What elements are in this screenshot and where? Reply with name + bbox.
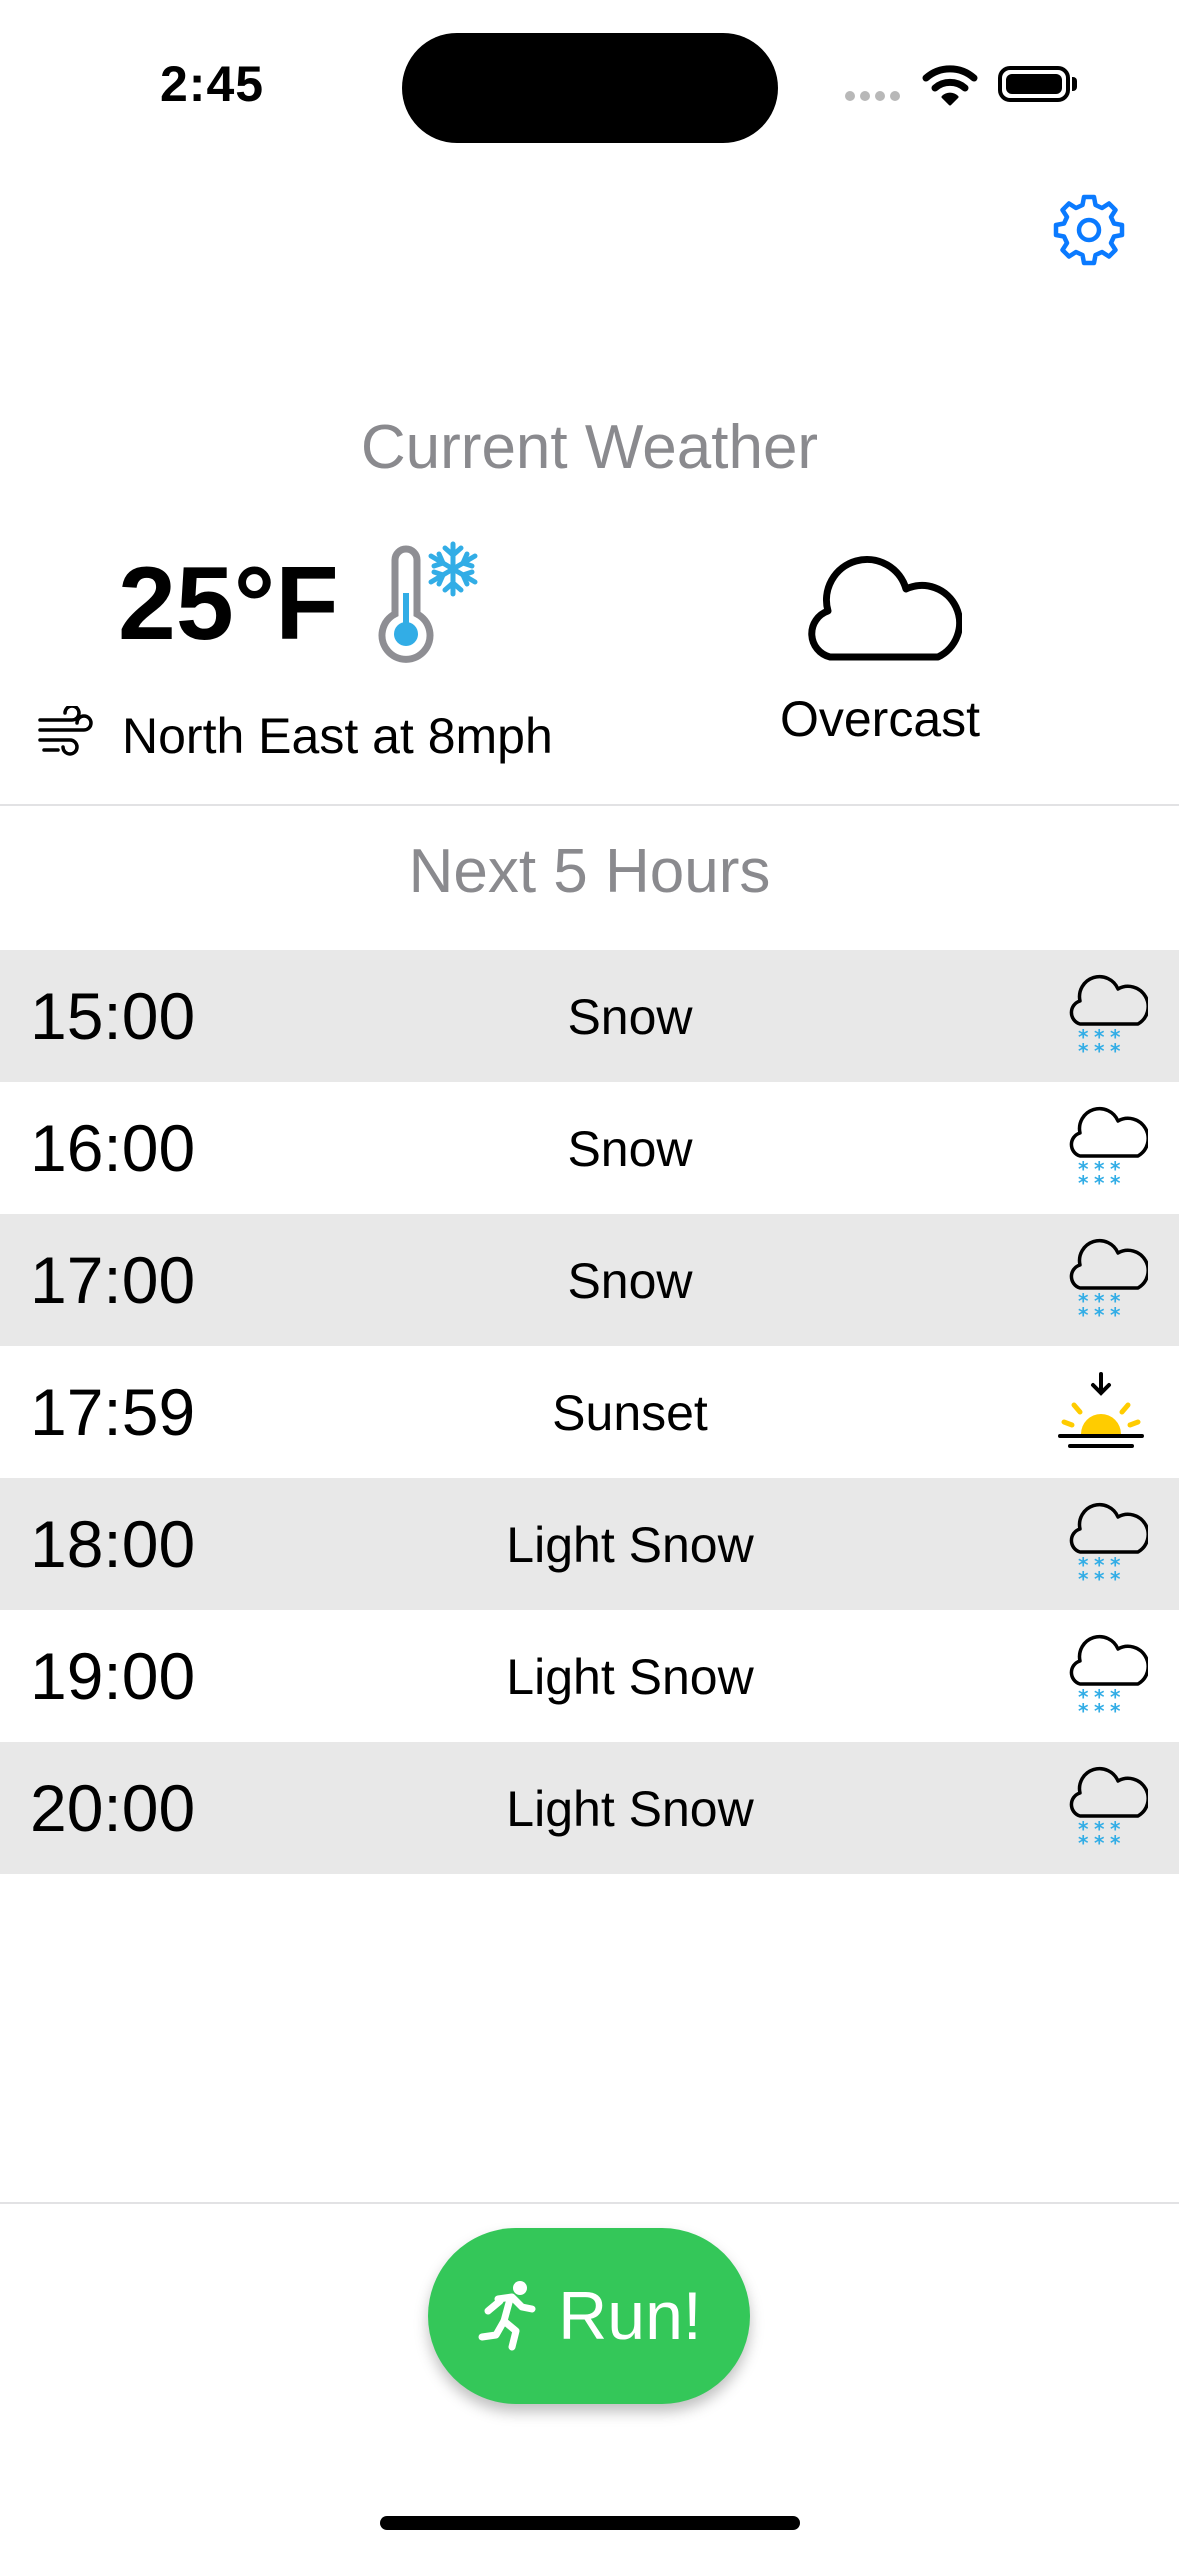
settings-gear-icon[interactable] xyxy=(1052,193,1126,267)
run-button-label: Run! xyxy=(558,2278,702,2354)
forecast-description: Snow xyxy=(567,1121,693,1177)
overcast-cloud-icon xyxy=(802,555,964,670)
snow-icon xyxy=(1068,1634,1150,1725)
forecast-row: 17:59 Sunset xyxy=(0,1346,1179,1478)
current-weather-title: Current Weather xyxy=(360,413,819,482)
dynamic-island xyxy=(402,33,778,143)
forecast-row: 18:00 Light Snow xyxy=(0,1478,1179,1610)
section-divider xyxy=(0,804,1179,806)
forecast-description: Sunset xyxy=(552,1385,708,1441)
home-indicator xyxy=(380,2516,800,2530)
forecast-row: 20:00 Light Snow xyxy=(0,1742,1179,1874)
forecast-row: 19:00 Light Snow xyxy=(0,1610,1179,1742)
snow-icon xyxy=(1068,1766,1150,1857)
wifi-icon xyxy=(922,62,978,111)
battery-icon xyxy=(998,66,1070,102)
snow-icon xyxy=(1068,974,1150,1065)
wind-icon xyxy=(36,704,96,761)
current-temperature: 25°F xyxy=(118,546,339,662)
status-time: 2:45 xyxy=(160,56,265,112)
forecast-row: 15:00 Snow xyxy=(0,950,1179,1082)
forecast-description: Light Snow xyxy=(506,1517,754,1573)
forecast-row: 17:00 Snow xyxy=(0,1214,1179,1346)
snow-icon xyxy=(1068,1106,1150,1197)
run-button[interactable]: Run! xyxy=(428,2228,750,2404)
battery-cap xyxy=(1072,77,1077,91)
current-condition: Overcast xyxy=(779,691,981,747)
sunset-icon xyxy=(1056,1372,1146,1453)
bottom-divider xyxy=(0,2202,1179,2204)
forecast-row: 16:00 Snow xyxy=(0,1082,1179,1214)
wind-description: North East at 8mph xyxy=(122,708,553,764)
running-figure-icon xyxy=(478,2281,536,2351)
forecast-list: 15:00 Snow 16:00 Snow 17:00 Snow 17:59 S… xyxy=(0,950,1179,1874)
forecast-description: Snow xyxy=(567,989,693,1045)
next-hours-title: Next 5 Hours xyxy=(408,837,771,906)
cellular-signal-icon xyxy=(845,88,905,102)
snow-icon xyxy=(1068,1502,1150,1593)
forecast-description: Light Snow xyxy=(506,1781,754,1837)
thermometer-snowflake-icon xyxy=(375,538,485,668)
snow-icon xyxy=(1068,1238,1150,1329)
forecast-description: Snow xyxy=(567,1253,693,1309)
forecast-description: Light Snow xyxy=(506,1649,754,1705)
